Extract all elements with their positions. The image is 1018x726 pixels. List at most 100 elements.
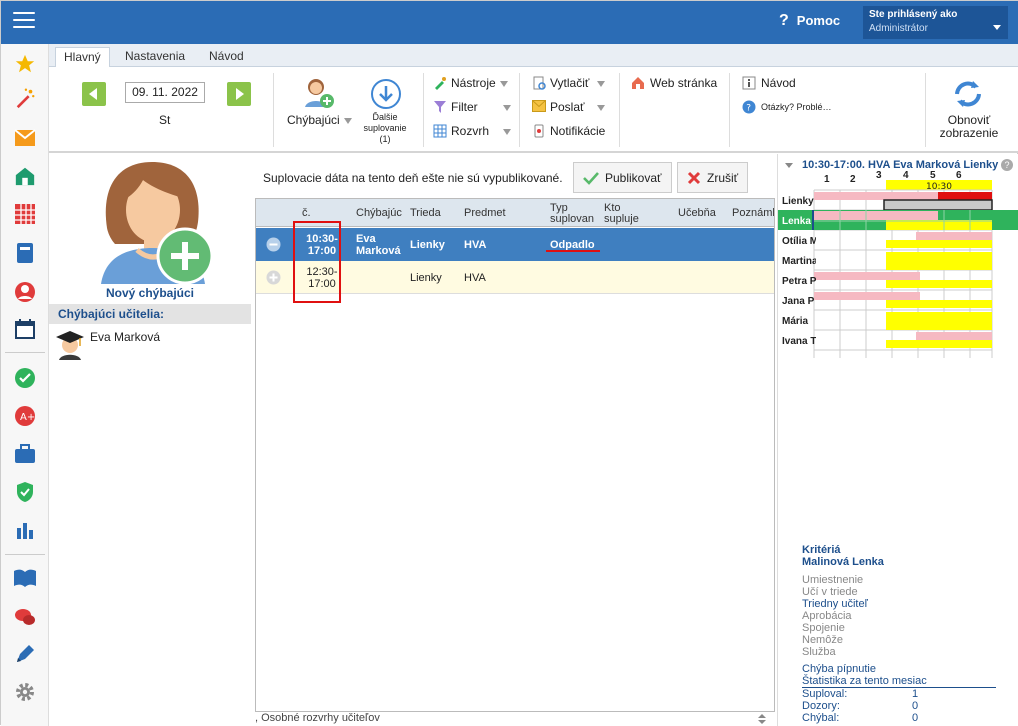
stat-row: Suploval: 1 [802,688,919,700]
home-icon[interactable] [13,164,37,188]
guide-button[interactable]: Návod [761,76,796,90]
tab-nastavenia[interactable]: Nastavenia [117,47,193,67]
column-header[interactable]: č. [302,208,311,219]
grade-icon[interactable]: A+ [13,404,37,428]
column-header[interactable]: Typ suplovan [550,203,594,225]
absent-panel: Nový chýbajúci Chýbajúci učitelia: Eva M… [49,154,251,726]
timetable-teacher[interactable]: Otília M [782,236,816,247]
send-menu[interactable]: Poslať [550,100,605,114]
check-icon [583,171,599,185]
timetable-teacher[interactable]: Petra P [782,276,816,287]
magic-wand-icon[interactable] [13,86,37,110]
criteria-item: Nemôže [802,634,843,646]
column-header[interactable]: Kto supluje [604,203,639,225]
star-icon[interactable] [13,52,37,76]
missing-beep-label: Chýba pípnutie [802,663,876,675]
svg-text:?: ? [746,104,751,114]
timetable-teacher[interactable]: Jana P [782,296,816,307]
notifications-button[interactable]: Notifikácie [550,124,605,138]
book-icon[interactable] [13,241,37,265]
lesson-title: 10:30-17:00. HVA Eva Marková Lienky [802,159,999,171]
expand-icon[interactable] [266,270,281,285]
new-absent-avatar-icon[interactable] [97,158,217,285]
criteria-item: Služba [802,646,836,658]
timetable-grid-icon [433,124,447,138]
timetable-teacher[interactable]: Mária [782,316,816,327]
teacher-timetable-panel: 10:30-17:00. HVA Eva Marková Lienky ? 1 … [777,154,1018,726]
ribbon-tabs: Hlavný Nastavenia Návod [49,44,1018,68]
criteria-item: Aprobácia [802,610,852,622]
subject-cell: HVA [464,272,486,284]
column-header[interactable]: Učebňa [678,208,716,219]
help-link[interactable]: ? Pomoc [779,12,840,30]
briefcase-icon[interactable] [13,442,37,466]
pen-icon[interactable] [13,642,37,666]
timetable-teacher[interactable]: Martina [782,256,816,267]
column-header[interactable]: Trieda [410,208,441,219]
tools-menu[interactable]: Nástroje [451,76,508,90]
absent-button[interactable]: Chýbajúci [287,113,352,127]
next-day-button[interactable] [227,82,251,106]
weekday-label: St [159,113,171,127]
user-circle-icon[interactable] [13,280,37,304]
user-menu[interactable]: Ste prihlásený ako Administrátor [863,6,1008,39]
check-circle-icon[interactable] [13,366,37,390]
open-book-icon[interactable] [13,566,37,590]
mail-icon[interactable] [13,126,37,150]
previous-day-button[interactable] [82,82,106,106]
filter-icon [433,100,447,114]
scroll-arrows-icon[interactable] [757,713,767,725]
column-header[interactable]: Predmet [464,208,506,219]
timetable-menu[interactable]: Rozvrh [451,124,512,138]
timetable-teacher[interactable]: Lienky [782,196,816,207]
timetable-teacher[interactable]: Ivana T [782,336,816,347]
menu-icon[interactable] [13,12,35,30]
calendar-icon[interactable] [13,317,37,341]
shield-icon[interactable] [13,480,37,504]
column-header[interactable]: Chýbajúc [356,208,402,219]
collapse-triangle-icon[interactable] [785,163,793,168]
cancel-button[interactable]: Zrušiť [677,162,749,193]
bar-chart-icon[interactable] [13,518,37,542]
absent-cell: Eva Marková [356,233,401,257]
criteria-item: Učí v triede [802,586,858,598]
class-cell: Lienky [410,272,442,284]
date-field[interactable]: 09. 11. 2022 [125,82,205,103]
status-bar: , Osobné rozvrhy učiteľov [255,712,775,726]
stat-row: Chýbal: 0 [802,712,919,724]
chat-icon[interactable] [13,605,37,629]
next-substitution-button[interactable]: Ďalšie suplovanie (1) [355,112,415,145]
chevron-down-icon [596,104,605,111]
criteria-item: Spojenie [802,622,845,634]
questions-link[interactable]: Otázky? Problé… [761,102,832,112]
ribbon: 09. 11. 2022 St Chýbajúci Ďalšie suplova… [49,67,1018,153]
filter-menu[interactable]: Filter [451,100,511,114]
absent-person-icon[interactable] [303,77,335,111]
help-icon[interactable]: ? [1001,159,1013,171]
substitution-table: č. Chýbajúc Trieda Predmet Typ suplovan K… [255,198,775,712]
criteria-item-active: Triedny učiteľ [802,598,868,610]
absent-teacher-item[interactable]: Eva Marková [55,328,245,364]
timetable-teacher[interactable]: Lenka [782,216,816,227]
sidebar-divider [5,352,45,353]
refresh-view-button[interactable]: Obnoviť zobrazenie [929,114,1009,140]
arrow-down-circle-icon[interactable] [371,79,401,109]
tab-navod[interactable]: Návod [201,47,252,67]
unpublished-message: Suplovacie dáta na tento deň ešte nie sú… [263,171,563,185]
timetable-icon[interactable] [13,202,37,226]
publish-button[interactable]: Publikovať [573,162,672,193]
envelope-icon [532,100,546,114]
stat-row: Dozory: 0 [802,700,919,712]
refresh-icon[interactable] [951,77,985,111]
print-menu[interactable]: Vytlačiť [550,76,606,90]
collapse-icon[interactable] [266,237,281,252]
criteria-heading: Kritériá [802,544,841,556]
column-header[interactable]: Poznámk [732,208,774,219]
web-page-button[interactable]: Web stránka [650,76,717,90]
top-bar: ? Pomoc Ste prihlásený ako Administrátor [1,1,1018,44]
gear-icon[interactable] [13,680,37,704]
ribbon-separator [423,73,424,147]
new-absent-label[interactable]: Nový chýbajúci [49,286,251,300]
subject-cell: HVA [464,239,487,251]
tab-hlavny[interactable]: Hlavný [55,47,110,68]
